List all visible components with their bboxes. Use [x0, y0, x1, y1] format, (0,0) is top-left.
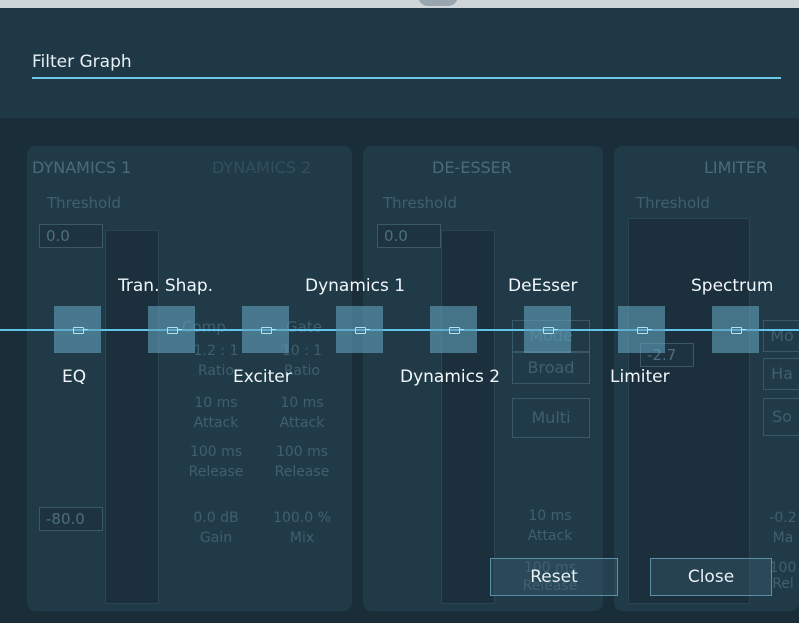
limiter-mo-box: Mo [763, 320, 799, 352]
node-label-dynamics-2: Dynamics 2 [400, 367, 501, 387]
release-label-2: Release [274, 464, 330, 480]
gate-label: Gate [286, 318, 322, 336]
release-label-1: Release [188, 464, 244, 480]
connector-icon [637, 327, 652, 334]
attack-value-2: 10 ms [280, 395, 324, 411]
dyn-threshold-field: 0.0 [39, 224, 103, 248]
node-dynamics-2[interactable] [430, 306, 477, 353]
dyn-floor-field: -80.0 [39, 507, 103, 531]
close-button[interactable]: Close [650, 558, 772, 596]
node-eq[interactable] [54, 306, 101, 353]
node-exciter[interactable] [242, 306, 289, 353]
deesser-threshold-field: 0.0 [377, 224, 441, 248]
limiter-ha-box: Ha [763, 358, 799, 390]
limiter-ma-label: Ma [772, 530, 794, 546]
dialog-header: Filter Graph [0, 8, 799, 118]
tab-limiter: LIMITER [704, 158, 768, 177]
window-handle [418, 0, 458, 6]
node-tran-shap[interactable] [148, 306, 195, 353]
tab-dynamics-1: DYNAMICS 1 [32, 158, 132, 177]
node-spectrum[interactable] [712, 306, 759, 353]
node-label-deesser: DeEsser [508, 276, 578, 296]
broad-box: Broad [512, 352, 590, 384]
gain-value: 0.0 dB [193, 510, 239, 526]
attack-value-1: 10 ms [194, 395, 238, 411]
dialog-title: Filter Graph [32, 52, 132, 72]
connector-icon [73, 327, 88, 334]
attack-label-1: Attack [193, 415, 239, 431]
attack-label-2: Attack [279, 415, 325, 431]
node-deesser[interactable] [524, 306, 571, 353]
node-label-tran-shap: Tran. Shap. [118, 276, 214, 296]
gain-label: Gain [199, 530, 233, 546]
tab-dynamics-2: DYNAMICS 2 [212, 158, 312, 177]
node-limiter[interactable] [618, 306, 665, 353]
deesser-threshold-label: Threshold [383, 194, 457, 212]
connector-icon [167, 327, 182, 334]
connector-icon [543, 327, 558, 334]
limiter-threshold-label: Threshold [636, 194, 710, 212]
tab-de-esser: DE-ESSER [432, 158, 512, 177]
node-label-limiter: Limiter [610, 367, 670, 387]
connector-icon [261, 327, 276, 334]
connector-icon [355, 327, 370, 334]
title-underline [32, 77, 781, 79]
mix-value: 100.0 % [273, 510, 331, 526]
release-value-1: 100 ms [189, 444, 243, 460]
reset-button[interactable]: Reset [490, 558, 618, 596]
release-value-2: 100 ms [275, 444, 329, 460]
dyn-threshold-label: Threshold [47, 194, 121, 212]
node-label-dynamics-1: Dynamics 1 [305, 276, 406, 296]
connector-icon [449, 327, 464, 334]
connector-icon [731, 327, 746, 334]
limiter-value: -0.2 [769, 510, 797, 526]
limiter-so-box: So [763, 398, 799, 436]
deesser-meter [441, 230, 495, 604]
deesser-attack-value: 10 ms [528, 508, 572, 524]
node-label-spectrum: Spectrum [691, 276, 774, 296]
node-dynamics-1[interactable] [336, 306, 383, 353]
signal-chain-line [0, 329, 799, 331]
mix-label: Mix [289, 530, 315, 546]
deesser-attack-label: Attack [527, 528, 573, 544]
node-label-exciter: Exciter [233, 367, 292, 387]
multi-box: Multi [512, 398, 590, 438]
window-top-bar [0, 0, 799, 8]
node-label-eq: EQ [62, 367, 87, 387]
